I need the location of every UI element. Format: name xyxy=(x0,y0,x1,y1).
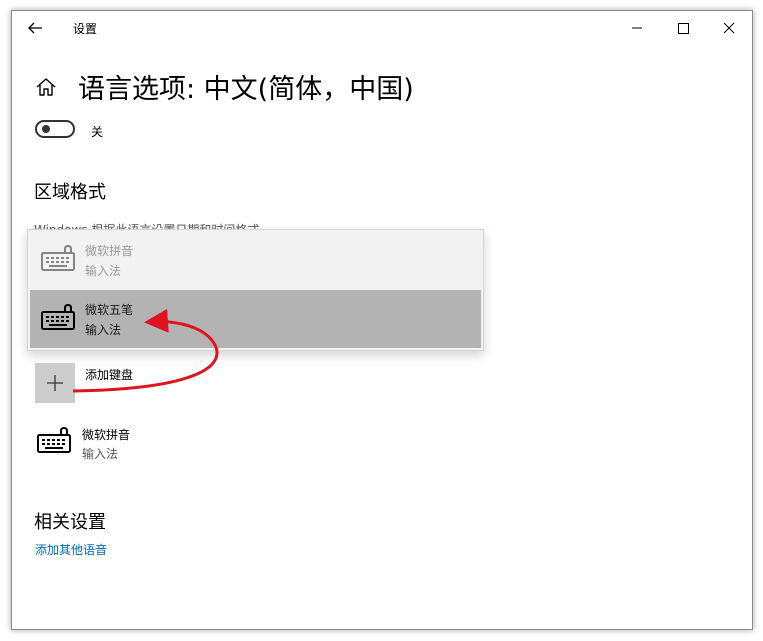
keyboard-dropdown: 微软拼音 输入法 微软五笔 输入法 xyxy=(27,229,484,351)
page-title: 语言选项: 中文(简体，中国) xyxy=(78,74,414,105)
maximize-icon xyxy=(678,23,689,34)
dropdown-item-wubi[interactable]: 微软五笔 输入法 xyxy=(30,290,481,348)
dropdown-item-name: 微软拼音 xyxy=(85,244,134,258)
home-icon xyxy=(36,78,56,96)
dropdown-item-type: 输入法 xyxy=(85,264,122,278)
add-keyboard-label[interactable]: 添加键盘 xyxy=(85,366,133,383)
keyboard-icon xyxy=(41,245,75,271)
dropdown-item-name: 微软五笔 xyxy=(85,303,134,317)
dropdown-item-type: 输入法 xyxy=(85,323,122,337)
region-format-description: Windows 根据此语言设置日期和时间格式 xyxy=(34,221,474,229)
toggle-switch[interactable] xyxy=(35,120,75,138)
keyboard-icon xyxy=(37,427,71,453)
minimize-button[interactable] xyxy=(614,11,660,45)
toggle-state-label: 关 xyxy=(91,125,104,139)
plus-icon xyxy=(47,375,63,391)
settings-window: 设置 语言选项: 中文(简体，中国) 关 区域格式 Windows 根据此语言设… xyxy=(11,10,753,630)
minimize-icon xyxy=(632,27,642,29)
keyboard-icon xyxy=(41,304,75,330)
toggle-knob xyxy=(42,125,50,133)
add-keyboard-button[interactable] xyxy=(35,363,75,403)
add-other-language-link[interactable]: 添加其他语音 xyxy=(35,541,107,558)
installed-keyboard-name[interactable]: 微软拼音 xyxy=(82,426,130,443)
home-button[interactable] xyxy=(34,75,58,99)
window-title: 设置 xyxy=(73,22,98,36)
installed-keyboard-type: 输入法 xyxy=(82,447,119,461)
region-format-heading: 区域格式 xyxy=(34,182,106,203)
back-arrow-icon xyxy=(28,22,42,34)
close-button[interactable] xyxy=(706,11,752,45)
related-settings-heading: 相关设置 xyxy=(34,512,106,533)
back-button[interactable] xyxy=(22,17,50,39)
maximize-button[interactable] xyxy=(660,11,706,45)
dropdown-item-pinyin: 微软拼音 输入法 xyxy=(30,231,481,289)
title-bar: 设置 xyxy=(12,11,752,45)
close-icon xyxy=(723,22,735,34)
